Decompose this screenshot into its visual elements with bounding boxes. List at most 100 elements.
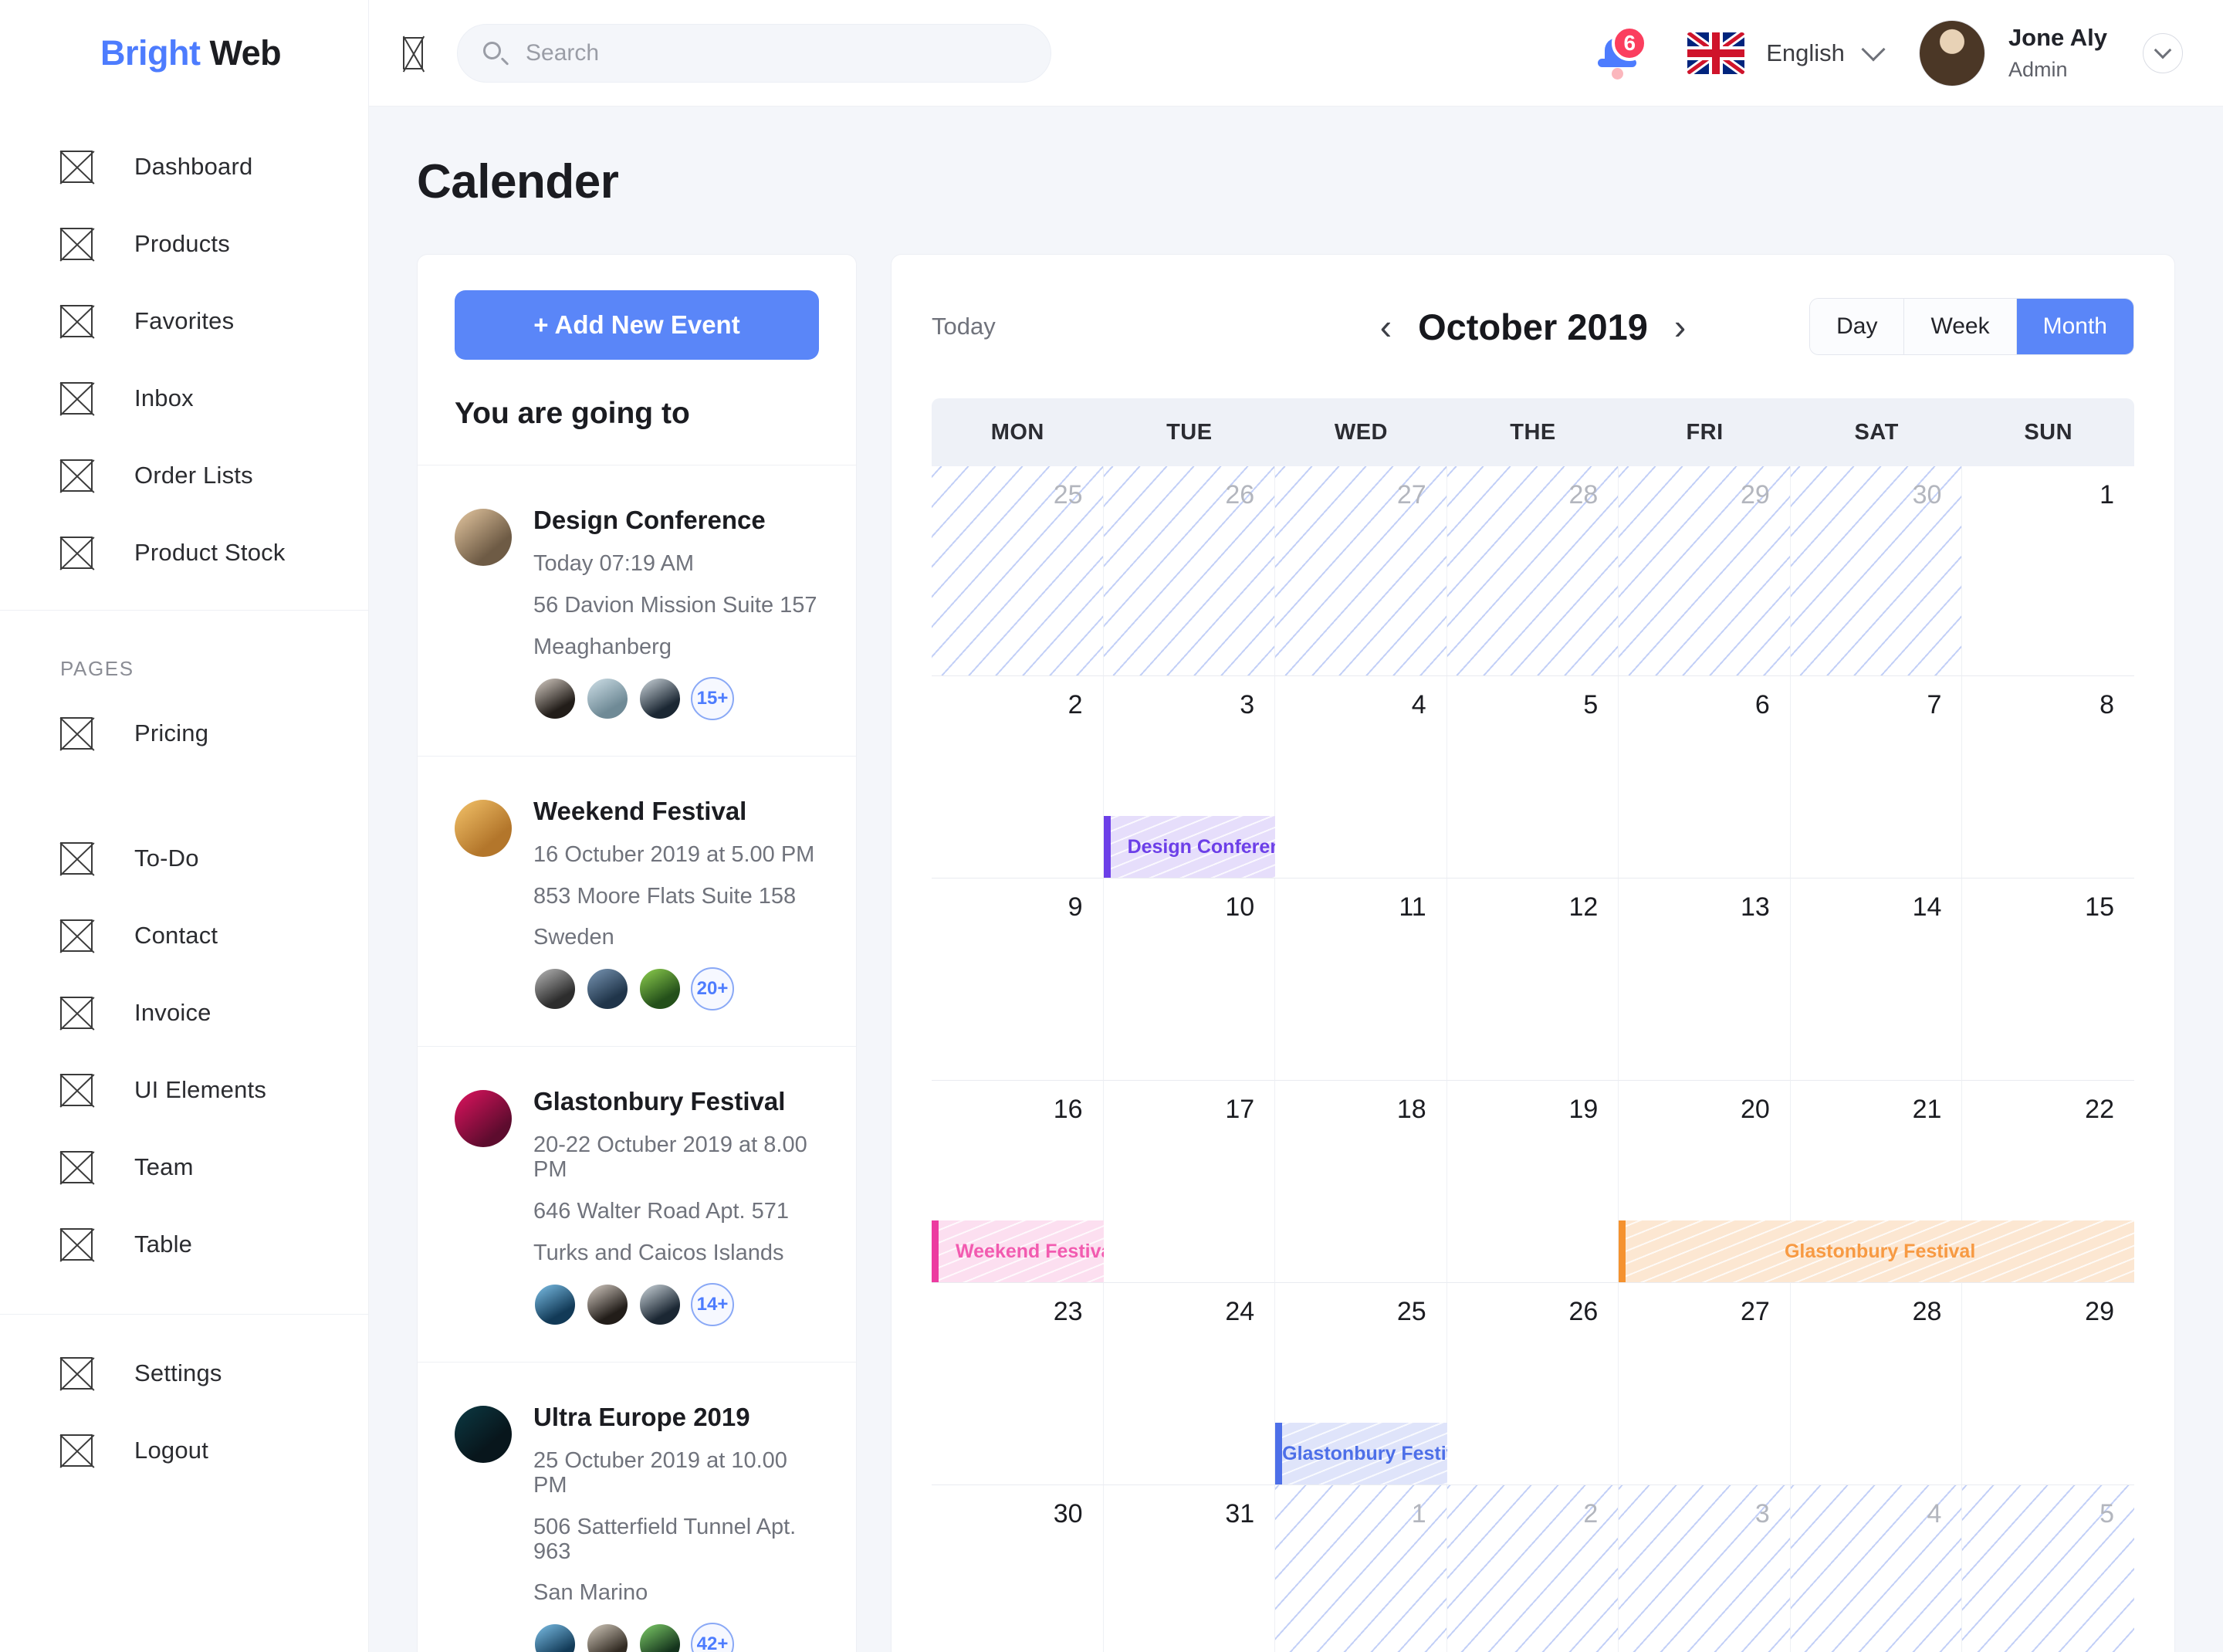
sidebar-item-products[interactable]: Products [0,205,368,283]
user-menu-button[interactable] [2143,32,2183,73]
view-button-day[interactable]: Day [1810,299,1905,354]
calendar-day-cell[interactable]: 26 [1446,1283,1619,1485]
sidebar-item-table[interactable]: Table [0,1206,368,1283]
event-thumbnail [455,799,512,857]
calendar-day-cell[interactable]: 13 [1619,878,1791,1081]
sidebar-item-to-do[interactable]: To-Do [0,820,368,897]
calendar-day-cell[interactable]: 30 [932,1485,1104,1652]
calendar-day-cell[interactable]: 23 [932,1283,1104,1485]
sidebar-item-dashboard[interactable]: Dashboard [0,128,368,205]
attendee-avatars: 14+ [533,1282,819,1326]
calendar-day-number: 28 [1912,1297,1942,1326]
list-item[interactable]: Glastonbury Festival 20-22 Octuber 2019 … [418,1046,856,1362]
language-label[interactable]: English [1766,39,1845,67]
calendar-day-number: 1 [2100,480,2114,509]
sidebar-item-logout[interactable]: Logout [0,1412,368,1489]
calendar-day-number: 30 [1053,1499,1083,1528]
calendar-day-cell[interactable]: 10 [1103,878,1276,1081]
attendee-overflow-count[interactable]: 42+ [691,1623,734,1652]
chevron-left-icon[interactable]: ‹ [1380,309,1392,344]
attendee-avatar [638,1282,682,1326]
calendar-day-cell[interactable]: 24 [1103,1283,1276,1485]
calendar-day-cell[interactable]: 5 [1962,1485,2134,1652]
calendar-day-cell[interactable]: 18 [1275,1081,1447,1283]
attendee-overflow-count[interactable]: 20+ [691,967,734,1011]
sidebar-item-inbox[interactable]: Inbox [0,360,368,437]
calendar-day-cell[interactable]: 4 [1275,676,1447,878]
sidebar-item-favorites[interactable]: Favorites [0,283,368,360]
calendar-day-cell[interactable]: 29 [1962,1283,2134,1485]
page-content: Calender + Add New Event You are going t… [369,107,2223,1652]
notification-badge: 6 [1612,25,1648,61]
calendar-day-cell[interactable]: 17 [1103,1081,1276,1283]
sidebar-item-label: Team [134,1153,194,1180]
calendar-day-cell[interactable]: 19 [1446,1081,1619,1283]
chevron-down-icon[interactable] [1861,36,1886,62]
view-button-week[interactable]: Week [1904,299,2017,354]
sidebar-item-ui-elements[interactable]: UI Elements [0,1051,368,1129]
calendar-day-number: 4 [1927,1499,1942,1528]
calendar-day-cell[interactable]: 11 [1275,878,1447,1081]
list-item[interactable]: Design Conference Today 07:19 AM 56 Davi… [418,465,856,756]
calendar-day-cell[interactable]: 1 [1275,1485,1447,1652]
calendar-day-cell[interactable]: 1 [1962,466,2134,676]
calendar-day-number: 29 [1741,480,1770,509]
broken-image-icon [60,151,93,183]
calendar-day-cell[interactable]: 9 [932,878,1104,1081]
calendar-event-bar[interactable]: Glastonbury Festival [1619,1220,2134,1282]
attendee-avatar [638,676,682,720]
calendar-event-bar[interactable]: Design Conference [1103,816,1276,878]
broken-image-icon [60,1074,93,1106]
sidebar-item-contact[interactable]: Contact [0,897,368,974]
chevron-right-icon[interactable]: › [1674,309,1686,344]
broken-image-icon [60,919,93,952]
calendar-day-cell[interactable]: 4 [1790,1485,1963,1652]
avatar[interactable] [1918,19,1985,86]
calendar-event-bar[interactable]: Weekend Festival [932,1220,1104,1282]
notifications-button[interactable]: 6 [1582,18,1653,89]
sidebar-item-product-stock[interactable]: Product Stock [0,514,368,591]
calendar-day-cell[interactable]: 12 [1446,878,1619,1081]
calendar-day-cell[interactable]: 3 [1619,1485,1791,1652]
calendar-day-cell[interactable]: 27 [1275,466,1447,676]
calendar-day-cell[interactable]: 6 [1619,676,1791,878]
sidebar-item-invoice[interactable]: Invoice [0,974,368,1051]
attendee-overflow-count[interactable]: 14+ [691,1282,734,1326]
calendar-day-cell[interactable]: 28 [1790,1283,1963,1485]
sidebar-item-pricing[interactable]: Pricing [0,695,368,772]
brand-logo[interactable]: Bright Web [0,0,368,107]
calendar-day-cell[interactable]: 2 [932,676,1104,878]
sidebar-item-label: Invoice [134,999,211,1026]
calendar-day-cell[interactable]: 30 [1790,466,1963,676]
calendar-day-cell[interactable]: 7 [1790,676,1963,878]
list-item[interactable]: Weekend Festival 16 Octuber 2019 at 5.00… [418,755,856,1047]
calendar-day-cell[interactable]: 28 [1446,466,1619,676]
sidebar-item-settings[interactable]: Settings [0,1335,368,1412]
broken-image-icon [60,717,93,750]
calendar-day-cell[interactable]: 27 [1619,1283,1791,1485]
calendar-day-cell[interactable]: 2 [1446,1485,1619,1652]
broken-image-icon [60,305,93,337]
calendar-event-bar[interactable]: Glastonbury Festival [1275,1423,1447,1484]
calendar-day-cell[interactable]: 8 [1962,676,2134,878]
day-of-week-header: MON TUE WED THE FRI SAT SUN [932,398,2134,466]
add-new-event-button[interactable]: + Add New Event [455,290,819,360]
search-box[interactable] [457,23,1051,83]
today-button[interactable]: Today [932,313,996,340]
sidebar-item-label: Pricing [134,719,209,746]
sidebar-item-team[interactable]: Team [0,1129,368,1206]
calendar-day-cell[interactable]: 15 [1962,878,2134,1081]
calendar-day-cell[interactable]: 29 [1619,466,1791,676]
menu-toggle-icon[interactable] [403,36,423,69]
calendar-day-cell[interactable]: 14 [1790,878,1963,1081]
list-item[interactable]: Ultra Europe 2019 25 Octuber 2019 at 10.… [418,1361,856,1652]
search-input[interactable] [526,39,1026,66]
calendar-day-cell[interactable]: 31 [1104,1485,1276,1652]
calendar-day-cell[interactable]: 26 [1103,466,1276,676]
view-button-month[interactable]: Month [2016,299,2133,354]
sidebar-item-order-lists[interactable]: Order Lists [0,437,368,514]
calendar-day-cell[interactable]: 25 [932,466,1104,676]
calendar-day-cell[interactable]: 5 [1446,676,1619,878]
user-info[interactable]: Jone Aly Admin [2008,24,2107,82]
attendee-overflow-count[interactable]: 15+ [691,676,734,720]
